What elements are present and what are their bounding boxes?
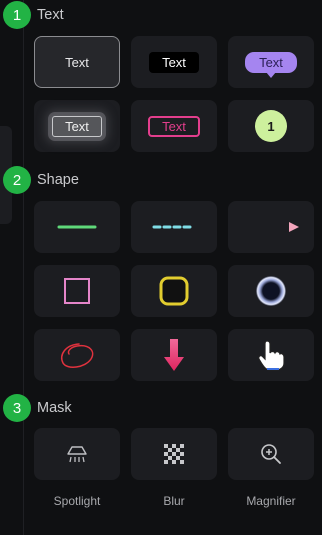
section-title: Shape	[37, 172, 79, 188]
shape-square[interactable]	[34, 265, 120, 317]
shape-line[interactable]	[34, 201, 120, 253]
text-style-label: Text	[52, 115, 102, 137]
shape-grid	[34, 201, 316, 381]
text-style-label: Text	[65, 54, 89, 70]
text-style-blurred-box[interactable]: Text	[34, 100, 120, 152]
text-style-label: Text	[149, 51, 199, 73]
pointing-hand-icon	[258, 340, 285, 371]
text-style-pink-outline[interactable]: Text	[131, 100, 217, 152]
cyan-dashed-line-icon	[152, 225, 196, 229]
mask-label: Blur	[163, 494, 185, 508]
red-freehand-circle-icon	[61, 343, 94, 368]
mask-blur[interactable]: Blur	[131, 428, 217, 508]
mask-label: Magnifier	[246, 494, 296, 508]
mask-spotlight-tile[interactable]	[34, 428, 120, 480]
section-header-shape: 2 Shape	[3, 166, 79, 194]
text-style-grid: Text Text Text Text Text 1	[34, 36, 316, 152]
text-style-number-badge[interactable]: 1	[228, 100, 314, 152]
green-line-icon	[57, 225, 97, 229]
shape-circle[interactable]	[228, 265, 314, 317]
checker-icon	[164, 444, 184, 464]
glow-circle-icon	[256, 276, 286, 306]
mask-magnifier[interactable]: Magnifier	[228, 428, 314, 508]
pink-square-icon	[64, 278, 90, 304]
mask-spotlight[interactable]: Spotlight	[34, 428, 120, 508]
step-badge: 3	[3, 394, 31, 422]
text-style-label: Text	[245, 51, 297, 73]
shape-arrow[interactable]	[228, 201, 314, 253]
step-badge: 1	[3, 1, 31, 29]
number-badge: 1	[255, 110, 287, 142]
yellow-rounded-square-icon	[159, 276, 189, 306]
shape-pointing-hand[interactable]	[228, 329, 314, 381]
section-header-mask: 3 Mask	[3, 394, 72, 422]
section-title: Mask	[37, 400, 72, 416]
section-header-text: 1 Text	[3, 1, 64, 29]
magnifier-icon	[261, 444, 281, 464]
mask-label: Spotlight	[53, 494, 101, 508]
mask-magnifier-tile[interactable]	[228, 428, 314, 480]
mask-grid: Spotlight Blur Magnifier	[34, 428, 316, 508]
spotlight-icon	[67, 446, 87, 463]
text-style-plain[interactable]: Text	[34, 36, 120, 88]
section-title: Text	[37, 7, 64, 23]
pink-arrow-icon	[243, 222, 299, 232]
pink-down-arrow-icon	[164, 339, 184, 371]
mask-blur-tile[interactable]	[131, 428, 217, 480]
shape-freehand-circle[interactable]	[34, 329, 120, 381]
text-style-label: Text	[148, 115, 200, 137]
shape-rounded-square[interactable]	[131, 265, 217, 317]
text-style-black-box[interactable]: Text	[131, 36, 217, 88]
shape-down-arrow[interactable]	[131, 329, 217, 381]
text-style-bubble[interactable]: Text	[228, 36, 314, 88]
shape-dashed-line[interactable]	[131, 201, 217, 253]
step-badge: 2	[3, 166, 31, 194]
panel-divider	[23, 0, 24, 535]
